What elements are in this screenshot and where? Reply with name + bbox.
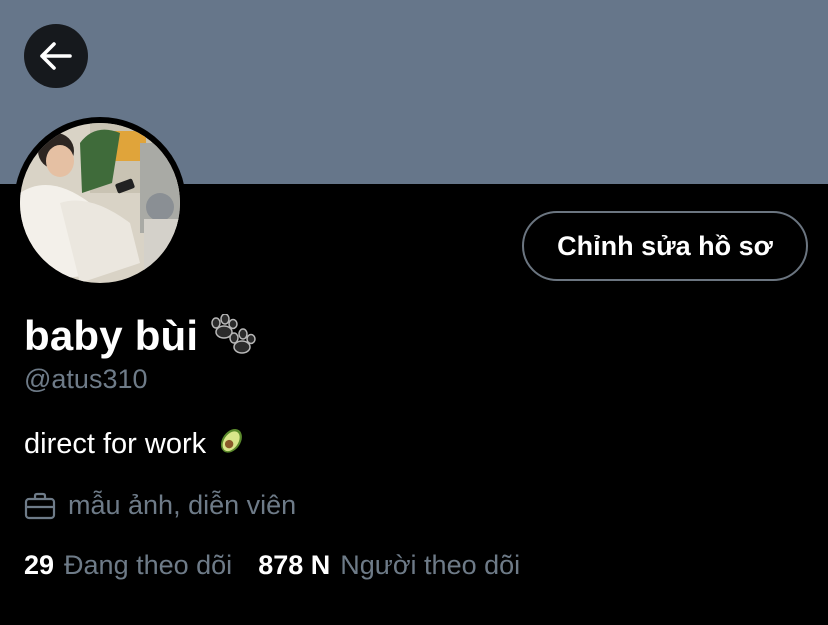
avocado-icon	[216, 424, 248, 464]
paw-prints-icon	[208, 313, 257, 363]
following-count: 29	[24, 550, 55, 580]
followers-link[interactable]: 878 N Người theo dõi	[258, 550, 520, 581]
arrow-left-icon	[40, 42, 72, 70]
display-name: baby bùi	[24, 311, 199, 359]
bio: direct for work	[24, 424, 248, 464]
bio-text: direct for work	[24, 427, 207, 460]
avatar[interactable]	[14, 117, 186, 289]
profile-handle: @atus310	[24, 364, 148, 394]
followers-count: 878 N	[258, 550, 331, 580]
following-link[interactable]: 29 Đang theo dõi	[24, 550, 232, 581]
profession-row: mẫu ảnh, diễn viên	[24, 490, 296, 521]
avatar-photo	[20, 123, 180, 283]
following-label: Đang theo dõi	[64, 550, 233, 580]
briefcase-icon	[24, 492, 56, 519]
name-row: baby bùi	[24, 308, 257, 363]
edit-profile-button[interactable]: Chỉnh sửa hồ sơ	[522, 211, 808, 281]
profession-text: mẫu ảnh, diễn viên	[68, 490, 297, 520]
follow-stats: 29 Đang theo dõi 878 N Người theo dõi	[24, 550, 520, 581]
back-button[interactable]	[24, 24, 88, 88]
followers-label: Người theo dõi	[340, 550, 521, 580]
